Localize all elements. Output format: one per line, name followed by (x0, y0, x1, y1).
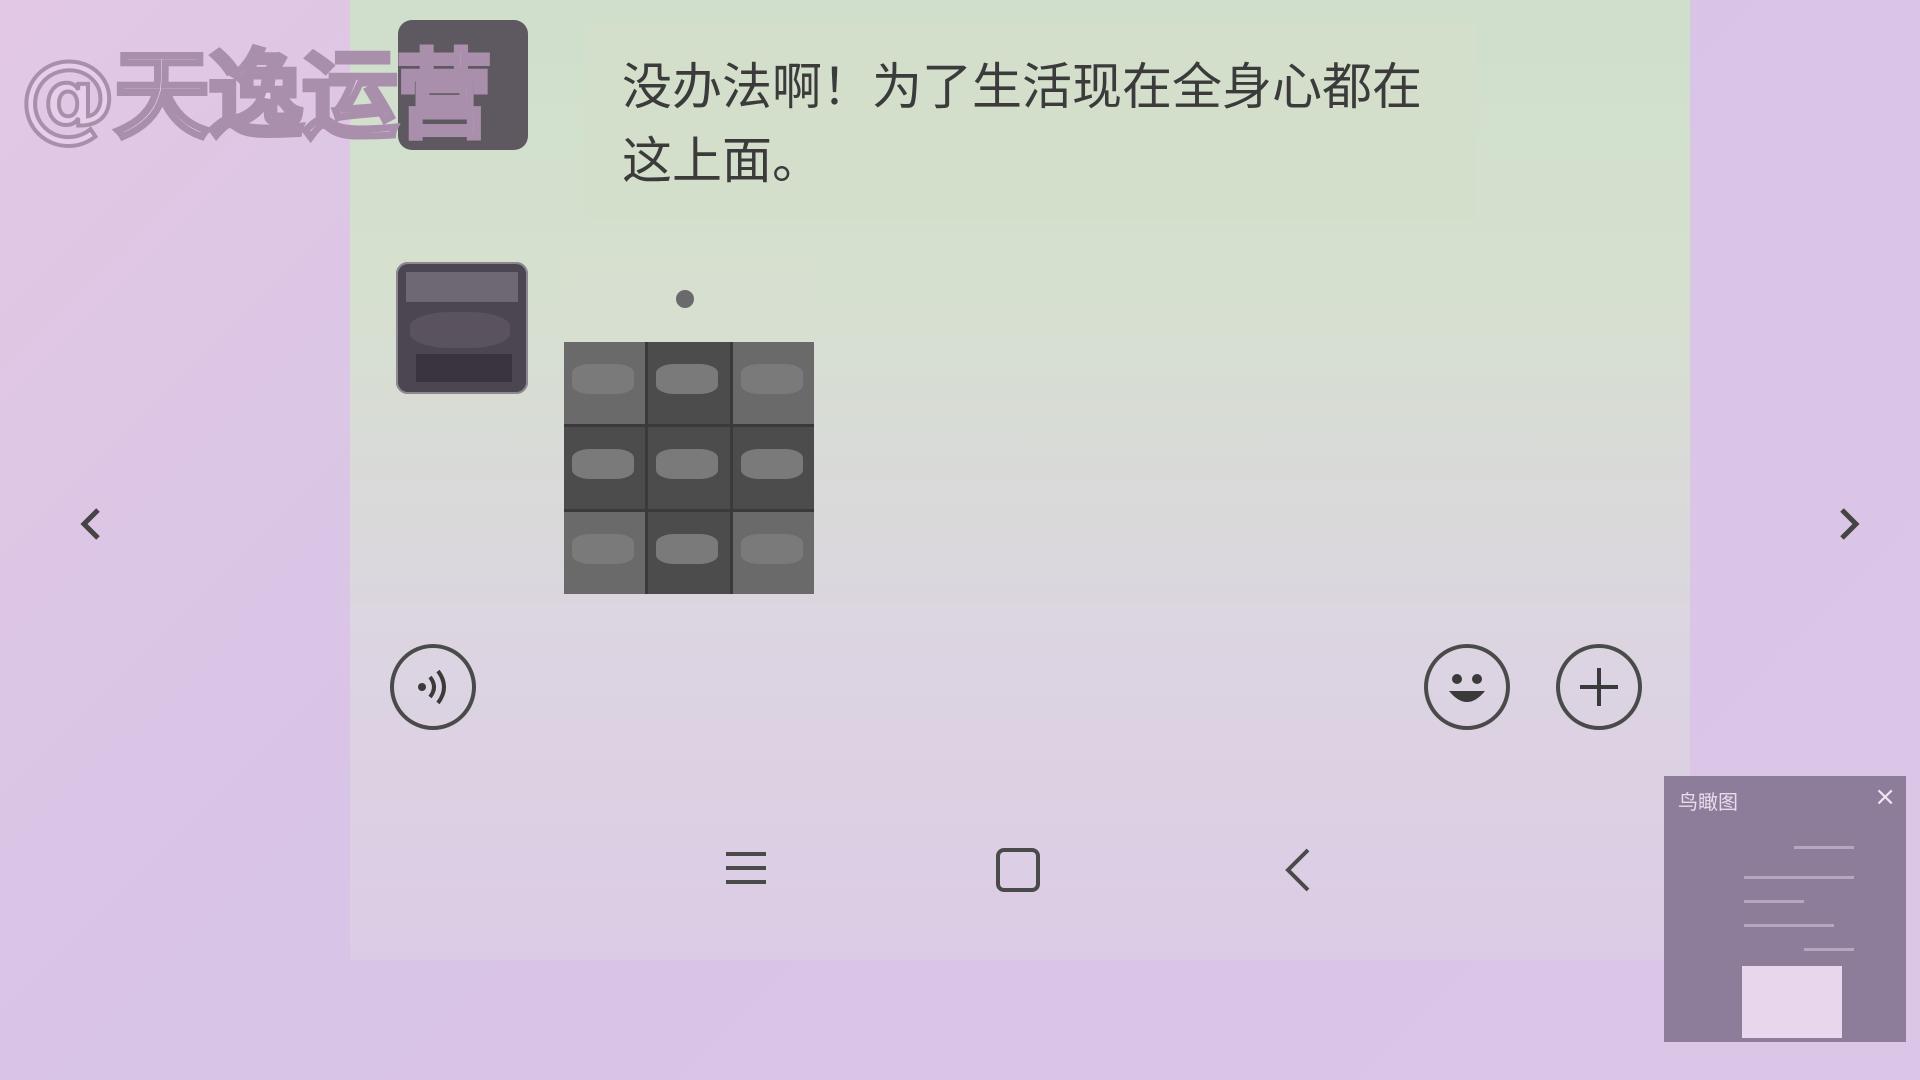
thumbnail-viewport[interactable] (1742, 966, 1842, 1038)
prev-arrow[interactable] (76, 504, 104, 554)
watermark: @天逸运营 (18, 38, 494, 154)
home-nav-button[interactable] (994, 846, 1042, 898)
voice-wave-icon (418, 669, 446, 705)
plus-button[interactable] (1556, 644, 1642, 730)
next-arrow[interactable] (1836, 504, 1864, 554)
plus-circle-icon (1580, 668, 1618, 706)
image-message[interactable] (564, 268, 814, 594)
message-bubble[interactable]: 没办法啊！为了生活现在全身心都在这上面。 (586, 22, 1476, 220)
message-text: 没办法啊！为了生活现在全身心都在这上面。 (622, 58, 1422, 190)
back-chevron-icon (1285, 848, 1310, 892)
menu-nav-button[interactable] (724, 846, 768, 894)
emoji-button[interactable] (1424, 644, 1510, 730)
smile-face-icon (1449, 674, 1485, 702)
chat-screen: 没办法啊！为了生活现在全身心都在这上面。 (350, 0, 1690, 960)
close-icon[interactable]: × (1874, 782, 1896, 812)
menu-icon (726, 852, 766, 884)
back-nav-button[interactable] (1280, 846, 1316, 898)
avatar[interactable] (396, 262, 528, 394)
chevron-left-icon (80, 508, 100, 540)
thumbnail-panel[interactable]: 鸟瞰图 × (1664, 776, 1906, 1042)
chevron-right-icon (1840, 508, 1860, 540)
voice-button[interactable] (390, 644, 476, 730)
thumbnail-title: 鸟瞰图 (1678, 790, 1738, 814)
home-square-icon (996, 848, 1040, 892)
